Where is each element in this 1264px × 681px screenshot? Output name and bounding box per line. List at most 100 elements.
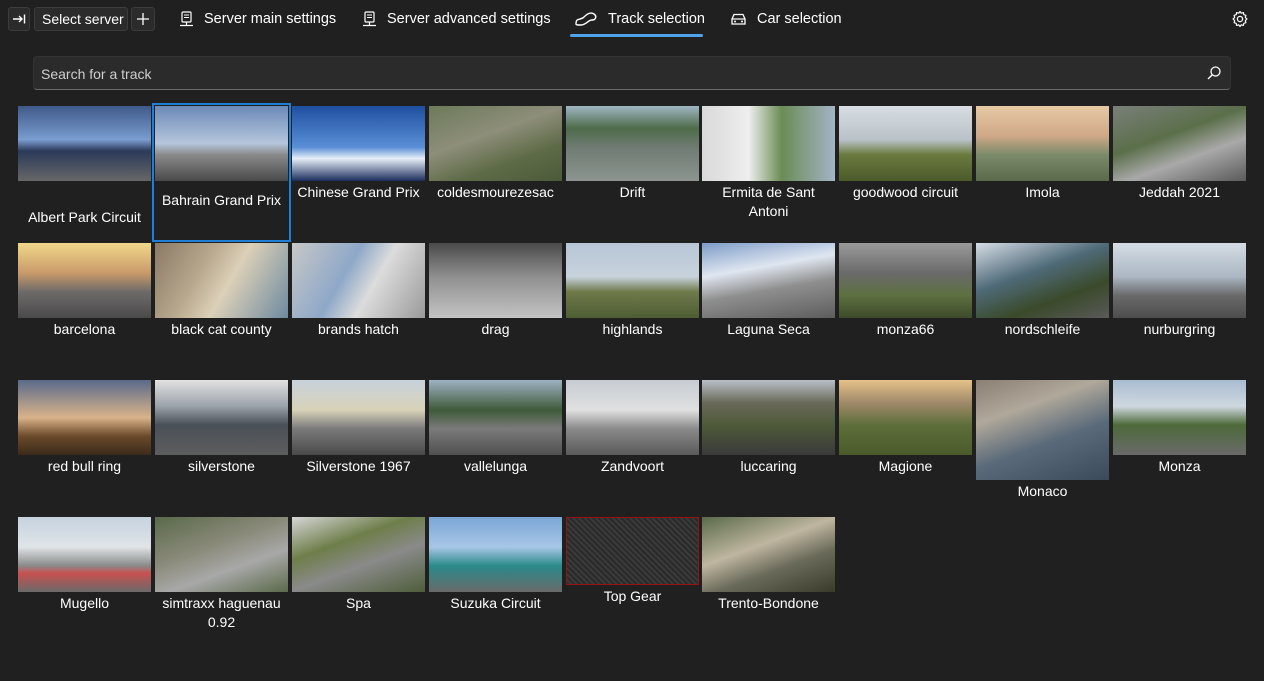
track-tile[interactable]: drag: [429, 243, 562, 373]
tab-track-selection[interactable]: Track selection: [574, 0, 705, 38]
track-thumbnail: [429, 380, 562, 455]
track-thumbnail: [18, 106, 151, 181]
track-thumbnail: [839, 106, 972, 181]
track-tile[interactable]: Suzuka Circuit: [429, 517, 562, 647]
track-thumbnail: [18, 517, 151, 592]
track-thumbnail: [839, 380, 972, 455]
track-tile[interactable]: barcelona: [18, 243, 151, 373]
track-tile[interactable]: Laguna Seca: [702, 243, 835, 373]
track-tile[interactable]: black cat county: [155, 243, 288, 373]
track-name: Top Gear: [603, 588, 662, 604]
track-name: Magione: [878, 458, 933, 474]
track-thumbnail: [429, 243, 562, 318]
track-name: Jeddah 2021: [1139, 184, 1220, 200]
tab-server-advanced-settings[interactable]: Server advanced settings: [362, 0, 551, 38]
track-thumbnail: [566, 106, 699, 181]
track-name: Trento-Bondone: [718, 595, 819, 611]
track-tile[interactable]: Jeddah 2021: [1113, 106, 1246, 236]
track-thumbnail: [702, 517, 835, 592]
track-name: Silverstone 1967: [306, 458, 411, 474]
track-name: luccaring: [740, 458, 797, 474]
track-name: barcelona: [53, 321, 116, 337]
track-tile[interactable]: Silverstone 1967: [292, 380, 425, 510]
track-name: monza66: [876, 321, 935, 337]
track-tile[interactable]: Ermita de Sant Antoni: [702, 106, 835, 236]
add-server-button[interactable]: [131, 7, 155, 31]
tab-car-selection[interactable]: Car selection: [730, 0, 842, 38]
track-tile[interactable]: silverstone: [155, 380, 288, 510]
track-tile[interactable]: highlands: [566, 243, 699, 373]
track-tile[interactable]: nurburgring: [1113, 243, 1246, 373]
expand-panel-button[interactable]: [8, 7, 30, 31]
track-thumbnail: [292, 243, 425, 318]
track-thumbnail: [155, 106, 288, 181]
track-name: Imola: [1025, 184, 1060, 200]
track-tile[interactable]: Mugello: [18, 517, 151, 647]
track-tile[interactable]: red bull ring: [18, 380, 151, 510]
top-toolbar: Select server Server main settings Serve…: [0, 0, 1264, 40]
track-tile[interactable]: coldesmourezesac: [429, 106, 562, 236]
track-name: Spa: [346, 595, 371, 611]
track-name: goodwood circuit: [852, 184, 959, 200]
track-thumbnail: [1113, 243, 1246, 318]
track-tile[interactable]: Chinese Grand Prix: [292, 106, 425, 236]
server-icon: [363, 11, 376, 27]
track-tile[interactable]: goodwood circuit: [839, 106, 972, 236]
track-search-box: [33, 56, 1231, 91]
track-thumbnail: [292, 106, 425, 181]
tab-label: Car selection: [757, 11, 842, 27]
tab-label: Server main settings: [204, 11, 337, 27]
select-server-dropdown[interactable]: Select server: [34, 7, 128, 31]
track-name: nurburgring: [1143, 321, 1216, 337]
track-name: vallelunga: [463, 458, 528, 474]
track-tile[interactable]: simtraxx haguenau 0.92: [155, 517, 288, 647]
track-tile[interactable]: Top Gear: [566, 517, 699, 647]
track-tile[interactable]: brands hatch: [292, 243, 425, 373]
track-tile[interactable]: vallelunga: [429, 380, 562, 510]
track-name: Zandvoort: [600, 458, 665, 474]
track-tile[interactable]: monza66: [839, 243, 972, 373]
track-name: nordschleife: [1004, 321, 1081, 337]
track-thumbnail: [1113, 106, 1246, 181]
track-thumbnail: [976, 106, 1109, 181]
track-tile[interactable]: Albert Park Circuit: [18, 106, 151, 236]
search-input[interactable]: [34, 57, 1193, 91]
track-name: silverstone: [188, 458, 255, 474]
track-tile[interactable]: luccaring: [702, 380, 835, 510]
track-tile[interactable]: Trento-Bondone: [702, 517, 835, 647]
track-tile[interactable]: Monza: [1113, 380, 1246, 510]
track-tile[interactable]: Monaco: [976, 380, 1109, 510]
track-thumbnail: [18, 380, 151, 455]
search-icon[interactable]: [1206, 65, 1222, 81]
track-thumbnail: [155, 517, 288, 592]
track-tile[interactable]: Magione: [839, 380, 972, 510]
track-thumbnail: [566, 517, 699, 585]
active-tab-indicator: [570, 34, 703, 37]
track-name: drag: [481, 321, 510, 337]
track-tile[interactable]: Bahrain Grand Prix: [152, 103, 291, 242]
track-name: brands hatch: [318, 321, 399, 337]
track-name: Chinese Grand Prix: [297, 184, 420, 200]
track-name: black cat county: [171, 321, 272, 337]
track-name: Suzuka Circuit: [450, 595, 541, 611]
tab-label: Track selection: [608, 11, 705, 27]
track-tile[interactable]: Imola: [976, 106, 1109, 236]
track-tile[interactable]: nordschleife: [976, 243, 1109, 373]
gear-icon[interactable]: [1231, 10, 1249, 28]
track-thumbnail: [702, 380, 835, 455]
track-tile[interactable]: Spa: [292, 517, 425, 647]
track-name: simtraxx haguenau 0.92: [162, 595, 281, 630]
tab-label: Server advanced settings: [387, 11, 551, 27]
track-name: Bahrain Grand Prix: [161, 192, 282, 208]
tab-server-main-settings[interactable]: Server main settings: [179, 0, 336, 38]
track-thumbnail: [702, 106, 835, 181]
track-tile[interactable]: Drift: [566, 106, 699, 236]
car-icon: [731, 13, 746, 25]
track-thumbnail: [566, 380, 699, 455]
track-thumbnail: [292, 380, 425, 455]
track-icon: [575, 12, 597, 26]
track-name: Ermita de Sant Antoni: [722, 184, 815, 219]
track-tile[interactable]: Zandvoort: [566, 380, 699, 510]
track-name: Albert Park Circuit: [28, 209, 141, 225]
track-name: Monza: [1158, 458, 1201, 474]
